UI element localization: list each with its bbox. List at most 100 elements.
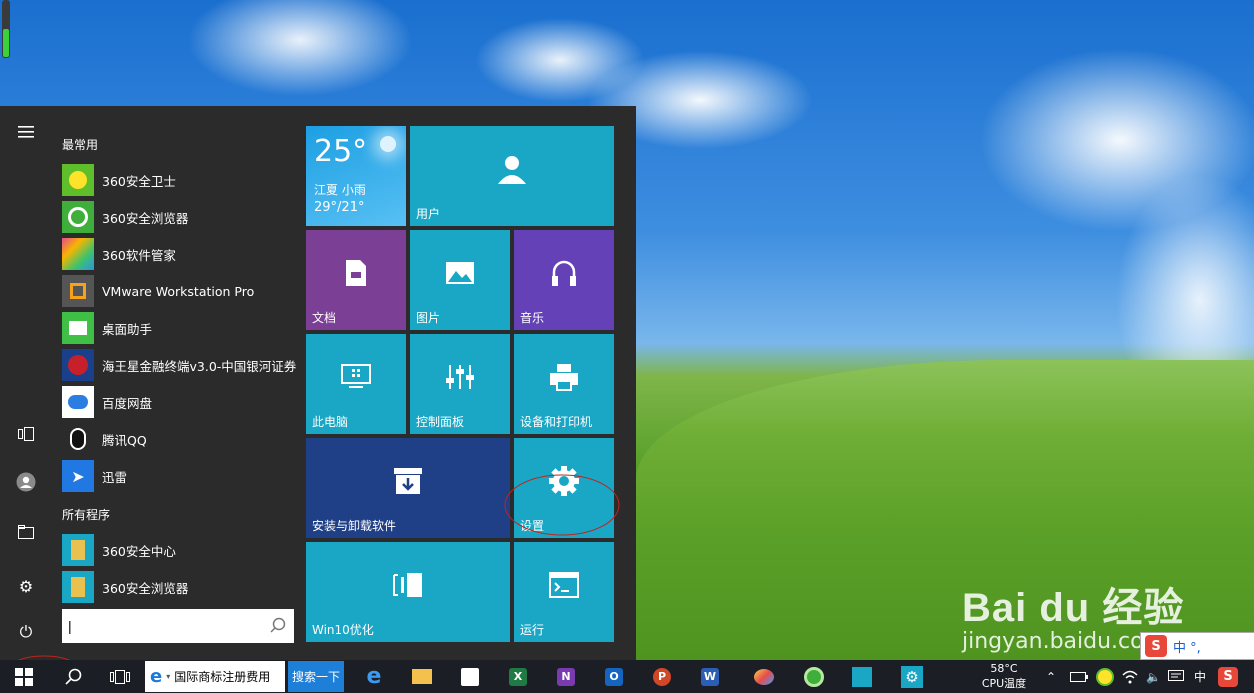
task-view-button[interactable] bbox=[104, 660, 136, 693]
360-software-manager-icon bbox=[62, 238, 94, 270]
ie-icon: e bbox=[150, 666, 163, 687]
headphones-icon bbox=[550, 259, 578, 291]
ime-indicator[interactable]: 中 bbox=[1194, 660, 1206, 693]
tile-control-panel[interactable]: 控制面板 bbox=[410, 334, 510, 434]
task-view-rail-icon[interactable] bbox=[12, 420, 40, 448]
app-item-360-safe-guard[interactable]: 360安全卫士 bbox=[62, 163, 298, 197]
taskbar-search-button[interactable] bbox=[58, 660, 88, 693]
neptune-finance-icon bbox=[62, 349, 94, 381]
start-button[interactable] bbox=[6, 660, 42, 693]
app-item-360-browser-folder[interactable]: 360安全浏览器 bbox=[62, 570, 298, 604]
windows-logo-icon bbox=[15, 667, 33, 686]
taskbar-onenote[interactable]: N bbox=[546, 660, 586, 693]
start-menu: ⚙ ⏻ 最常用 360安全卫士 360安全浏览器 360软件管家 VMware … bbox=[0, 106, 636, 660]
search-icon[interactable] bbox=[268, 615, 288, 635]
sliders-icon bbox=[445, 363, 475, 395]
watermark-brand: Bai du 经验 bbox=[962, 586, 1185, 630]
tile-weather[interactable]: 25° 江夏 小雨 29°/21° bbox=[306, 126, 406, 226]
app-item-360-security-center[interactable]: 360安全中心 bbox=[62, 533, 298, 567]
taskbar-photos[interactable] bbox=[842, 660, 882, 693]
dropdown-arrow-icon: ▾ bbox=[166, 672, 171, 681]
tile-music[interactable]: 音乐 bbox=[514, 230, 614, 330]
app-item-baidu-netdisk[interactable]: 百度网盘 bbox=[62, 385, 298, 419]
power-icon[interactable]: ⏻ bbox=[12, 618, 40, 646]
optimize-panel-icon bbox=[392, 571, 424, 603]
thunder-bird-icon: ➤ bbox=[62, 460, 94, 492]
cpu-temp-label: CPU温度 bbox=[981, 677, 1027, 690]
weather-city: 江夏 小雨 bbox=[314, 183, 366, 197]
tile-devices-printers[interactable]: 设备和打印机 bbox=[514, 334, 614, 434]
run-terminal-icon bbox=[549, 572, 579, 602]
most-used-heading: 最常用 bbox=[62, 138, 99, 152]
ime-status: 中 °, bbox=[1173, 640, 1201, 656]
taskbar-powerpoint[interactable]: P bbox=[642, 660, 682, 693]
folder-icon bbox=[62, 534, 94, 566]
sogou-tray-icon[interactable]: S bbox=[1218, 660, 1238, 693]
tile-documents[interactable]: 文档 bbox=[306, 230, 406, 330]
vmware-icon bbox=[62, 275, 94, 307]
all-programs-heading: 所有程序 bbox=[62, 508, 111, 522]
battery-icon[interactable] bbox=[1070, 660, 1088, 693]
cpu-temperature: 58°C CPU温度 bbox=[972, 661, 1036, 691]
ime-floating-bar[interactable]: S 中 °, bbox=[1140, 632, 1254, 660]
app-item-vmware[interactable]: VMware Workstation Pro bbox=[62, 274, 298, 308]
tile-win10-optimize[interactable]: Win10优化 bbox=[306, 542, 510, 642]
start-search-box[interactable] bbox=[62, 609, 294, 643]
app-item-360-software-manager[interactable]: 360软件管家 bbox=[62, 237, 298, 271]
start-rail: ⚙ ⏻ bbox=[0, 106, 52, 660]
tile-run[interactable]: 运行 bbox=[514, 542, 614, 642]
app-item-neptune-finance[interactable]: 海王星金融终端v3.0-中国银河证券 bbox=[62, 348, 298, 382]
app-list: 最常用 360安全卫士 360安全浏览器 360软件管家 VMware Work… bbox=[52, 106, 300, 660]
taskbar-settings[interactable]: ⚙ bbox=[892, 660, 932, 693]
tile-this-pc[interactable]: 此电脑 bbox=[306, 334, 406, 434]
package-download-icon bbox=[393, 467, 423, 499]
folder-icon bbox=[62, 571, 94, 603]
hamburger-menu-icon[interactable] bbox=[12, 118, 40, 146]
user-avatar-icon[interactable] bbox=[12, 468, 40, 496]
task-view-icon bbox=[110, 669, 130, 684]
360-safe-guard-icon bbox=[62, 164, 94, 196]
action-center-icon[interactable] bbox=[1168, 660, 1184, 693]
tile-user[interactable]: 用户 bbox=[410, 126, 614, 226]
taskbar-edge[interactable]: e bbox=[354, 660, 394, 693]
taskbar-excel[interactable]: X bbox=[498, 660, 538, 693]
tile-install-uninstall[interactable]: 安装与卸载软件 bbox=[306, 438, 510, 538]
paint-palette-icon bbox=[754, 668, 774, 685]
search-once-button[interactable]: 搜索一下 bbox=[288, 661, 344, 692]
file-explorer-rail-icon[interactable] bbox=[12, 518, 40, 546]
taskbar-word[interactable]: W bbox=[690, 660, 730, 693]
store-bag-icon bbox=[461, 667, 479, 686]
powerpoint-icon: P bbox=[653, 667, 671, 686]
taskbar-360-browser[interactable] bbox=[794, 660, 834, 693]
taskbar-file-explorer[interactable] bbox=[402, 660, 442, 693]
document-icon bbox=[344, 259, 368, 291]
taskbar-paint[interactable] bbox=[744, 660, 784, 693]
photos-icon bbox=[852, 666, 872, 687]
settings-gear-rail-icon[interactable]: ⚙ bbox=[12, 572, 40, 600]
search-icon bbox=[65, 668, 82, 685]
app-item-qq[interactable]: 腾讯QQ bbox=[62, 422, 298, 456]
folder-icon bbox=[412, 669, 432, 684]
app-item-thunder[interactable]: ➤ 迅雷 bbox=[62, 459, 298, 493]
sun-icon bbox=[380, 136, 396, 152]
wifi-icon[interactable] bbox=[1122, 660, 1138, 693]
tray-expand-icon[interactable]: ⌃ bbox=[1046, 660, 1056, 693]
taskbar-store[interactable] bbox=[450, 660, 490, 693]
outlook-icon: O bbox=[605, 667, 623, 686]
person-icon bbox=[497, 154, 527, 188]
360-browser-icon bbox=[62, 201, 94, 233]
taskbar: e ▾ 国际商标注册费用 搜索一下 e X N O P W ⚙ 58°C CPU… bbox=[0, 660, 1254, 693]
app-item-360-browser[interactable]: 360安全浏览器 bbox=[62, 200, 298, 234]
system-gauge bbox=[2, 0, 10, 58]
volume-icon[interactable]: 🔈 bbox=[1146, 660, 1161, 693]
computer-monitor-icon bbox=[341, 364, 371, 394]
search-input[interactable] bbox=[66, 613, 266, 639]
tile-settings[interactable]: 设置 bbox=[514, 438, 614, 538]
ie-address-box[interactable]: e ▾ 国际商标注册费用 bbox=[145, 661, 285, 692]
app-item-desktop-assistant[interactable]: 桌面助手 bbox=[62, 311, 298, 345]
cpu-temp-value: 58°C bbox=[990, 662, 1018, 675]
desktop-assistant-icon bbox=[62, 312, 94, 344]
taskbar-outlook[interactable]: O bbox=[594, 660, 634, 693]
tile-pictures[interactable]: 图片 bbox=[410, 230, 510, 330]
360-tray-icon[interactable] bbox=[1096, 660, 1114, 693]
